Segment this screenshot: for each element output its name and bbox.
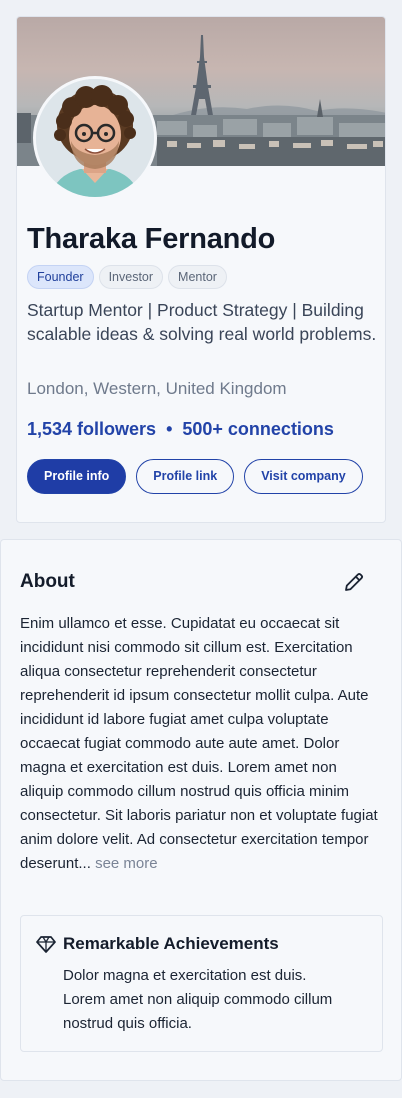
profile-name: Tharaka Fernando — [27, 223, 276, 255]
achievement-card: Remarkable Achievements Dolor magna et e… — [20, 915, 383, 1052]
followers-link[interactable]: 1,534 followers — [27, 419, 156, 439]
diamond-icon — [36, 936, 56, 953]
connections-link[interactable]: 500+ connections — [182, 419, 334, 439]
tag-founder[interactable]: Founder — [27, 265, 94, 289]
see-more-link[interactable]: see more — [95, 855, 158, 872]
avatar[interactable] — [33, 76, 157, 200]
about-title: About — [20, 571, 75, 592]
tag-mentor[interactable]: Mentor — [168, 265, 227, 289]
profile-headline: Startup Mentor | Product Strategy | Buil… — [27, 300, 377, 344]
profile-stats: 1,534 followers • 500+ connections — [27, 419, 334, 440]
achievement-title: Remarkable Achievements — [63, 934, 279, 953]
profile-tags: Founder Investor Mentor — [27, 265, 227, 289]
profile-card: Tharaka Fernando Founder Investor Mentor… — [16, 16, 386, 523]
profile-location: London, Western, United Kingdom — [27, 379, 287, 398]
tag-investor[interactable]: Investor — [98, 265, 164, 289]
about-card: About Enim ullamco et esse. Cupidatat eu… — [0, 539, 402, 1081]
visit-company-button[interactable]: Visit company — [244, 459, 363, 494]
profile-info-button[interactable]: Profile info — [27, 459, 127, 494]
achievement-text: Dolor magna et exercitation est duis. Lo… — [63, 967, 333, 1032]
about-text: Enim ullamco et esse. Cupidatat eu occae… — [20, 612, 382, 876]
profile-actions: Profile info Profile link Visit company — [27, 459, 363, 494]
profile-link-button[interactable]: Profile link — [136, 459, 235, 494]
pencil-icon[interactable] — [342, 570, 366, 594]
about-body: Enim ullamco et esse. Cupidatat eu occae… — [20, 615, 378, 872]
stats-separator: • — [166, 419, 173, 439]
